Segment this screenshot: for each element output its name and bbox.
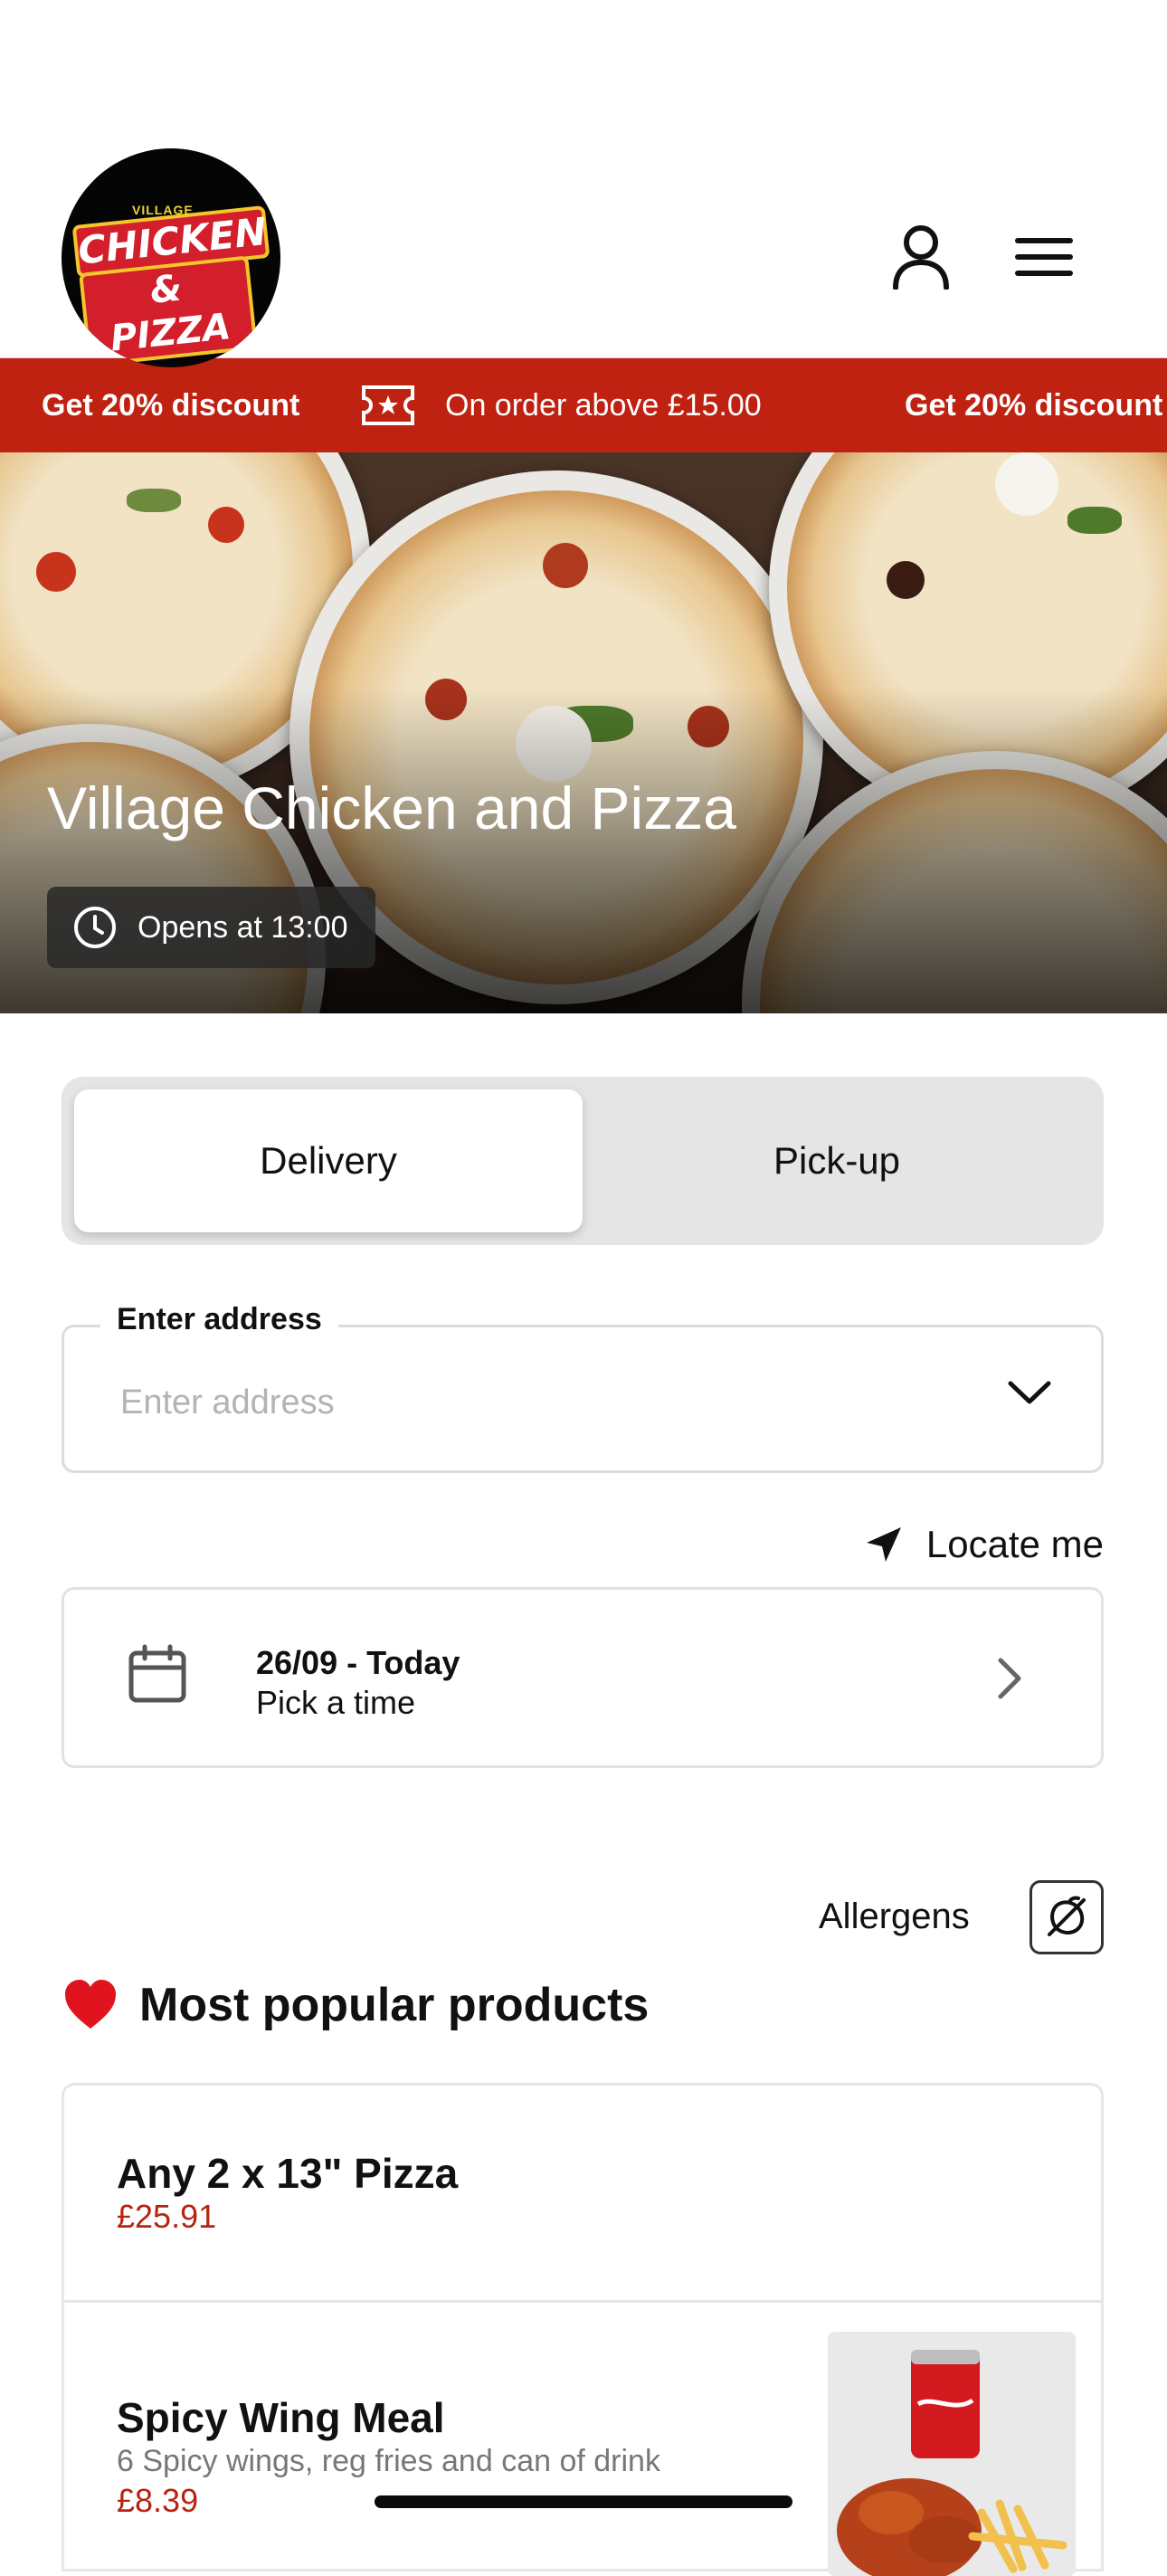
address-field-label: Enter address: [100, 1302, 338, 1337]
app-header: VILLAGE CHICKEN & PIZZA: [0, 0, 1167, 367]
product-name: Spicy Wing Meal: [117, 2394, 445, 2441]
calendar-icon: [128, 1644, 186, 1703]
promo-headline: Get 20% discount: [42, 388, 300, 423]
schedule-date: 26/09 - Today: [256, 1644, 460, 1681]
topping: [36, 552, 76, 592]
topping: [127, 489, 181, 512]
restaurant-logo[interactable]: VILLAGE CHICKEN & PIZZA: [62, 148, 280, 367]
tab-pick-up[interactable]: Pick-up: [583, 1089, 1091, 1232]
chevron-down-icon[interactable]: [1007, 1378, 1052, 1407]
locate-me-button[interactable]: Locate me: [865, 1513, 1104, 1576]
product-price: £25.91: [117, 2198, 217, 2235]
section-title-popular: Most popular products: [62, 1976, 649, 2034]
opening-time-text: Opens at 13:00: [138, 909, 348, 945]
product-name: Any 2 x 13" Pizza: [117, 2150, 459, 2197]
topping: [1067, 507, 1122, 534]
promo-banner[interactable]: Get 20% discount On order above £15.00 G…: [0, 358, 1167, 452]
product-card[interactable]: Any 2 x 13" Pizza £25.91: [62, 2083, 1104, 2300]
section-title-text: Most popular products: [139, 1979, 650, 2031]
ticket-icon: [360, 358, 416, 452]
promo-detail: On order above £15.00: [445, 388, 762, 423]
topping: [543, 543, 588, 588]
order-mode-toggle: Delivery Pick-up: [62, 1077, 1104, 1245]
hero-banner: Village Chicken and Pizza Opens at 13:00: [0, 452, 1167, 1013]
clock-icon: [74, 907, 116, 948]
allergens-label: Allergens: [819, 1896, 970, 1936]
topping: [208, 507, 244, 543]
address-field[interactable]: Enter address: [62, 1302, 1104, 1473]
topping: [995, 452, 1058, 516]
hamburger-icon: [1015, 238, 1073, 276]
user-icon: [893, 225, 949, 290]
chevron-right-icon: [998, 1658, 1021, 1699]
logo-line-2: & PIZZA: [79, 255, 258, 367]
opening-time-badge: Opens at 13:00: [47, 887, 375, 968]
product-card[interactable]: Spicy Wing Meal 6 Spicy wings, reg fries…: [62, 2300, 1104, 2576]
address-input[interactable]: [119, 1376, 936, 1429]
home-indicator[interactable]: [375, 2495, 792, 2508]
account-button[interactable]: [885, 221, 957, 293]
heart-icon: [65, 1980, 116, 2029]
locate-me-label: Locate me: [925, 1523, 1104, 1565]
product-description: 6 Spicy wings, reg fries and can of drin…: [117, 2444, 660, 2478]
allergens-button[interactable]: [1029, 1880, 1104, 1954]
restaurant-name: Village Chicken and Pizza: [47, 775, 736, 841]
product-image: [828, 2332, 1076, 2576]
schedule-time: Pick a time: [256, 1684, 416, 1721]
tab-delivery[interactable]: Delivery: [74, 1089, 583, 1232]
topping: [887, 561, 925, 599]
product-price: £8.39: [117, 2482, 199, 2519]
promo-headline-repeat: Get 20% discount: [905, 388, 1163, 423]
menu-button[interactable]: [1008, 221, 1080, 293]
location-arrow-icon: [866, 1527, 901, 1562]
allergen-icon: [1048, 1896, 1086, 1936]
schedule-picker[interactable]: 26/09 - Today Pick a time: [62, 1587, 1104, 1768]
